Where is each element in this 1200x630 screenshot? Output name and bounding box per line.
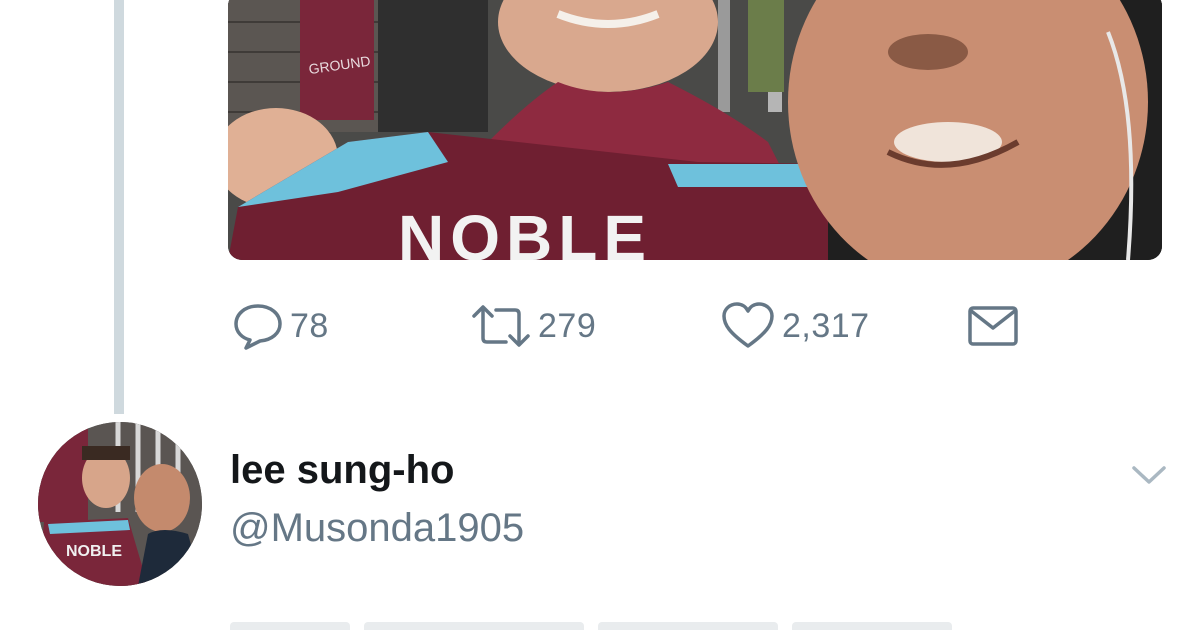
tweet-options-button[interactable] xyxy=(1126,452,1172,498)
like-count: 2,317 xyxy=(782,306,870,345)
retweet-icon xyxy=(470,300,532,352)
retweet-count: 279 xyxy=(538,306,597,345)
avatar[interactable]: NOBLE xyxy=(38,422,202,586)
reply-icon xyxy=(232,300,284,352)
direct-message-button[interactable] xyxy=(966,296,1020,356)
reply-count: 78 xyxy=(290,306,329,345)
chevron-down-icon xyxy=(1126,466,1172,502)
display-name[interactable]: lee sung-ho xyxy=(230,448,454,493)
like-button[interactable]: 2,317 xyxy=(720,296,870,356)
retweet-button[interactable]: 279 xyxy=(470,296,596,356)
tweet-text-cut-off xyxy=(230,612,990,630)
user-handle[interactable]: @Musonda1905 xyxy=(230,506,524,551)
heart-icon xyxy=(720,300,776,352)
tweet-action-bar: 78 279 2,317 xyxy=(0,296,1200,356)
avatar-jersey-text: NOBLE xyxy=(66,543,122,560)
envelope-icon xyxy=(966,302,1020,350)
tweet-photo[interactable]: GROUND NOBLE xyxy=(228,0,1162,260)
reply-button[interactable]: 78 xyxy=(232,296,329,356)
photo-jersey-text: NOBLE xyxy=(398,202,652,260)
